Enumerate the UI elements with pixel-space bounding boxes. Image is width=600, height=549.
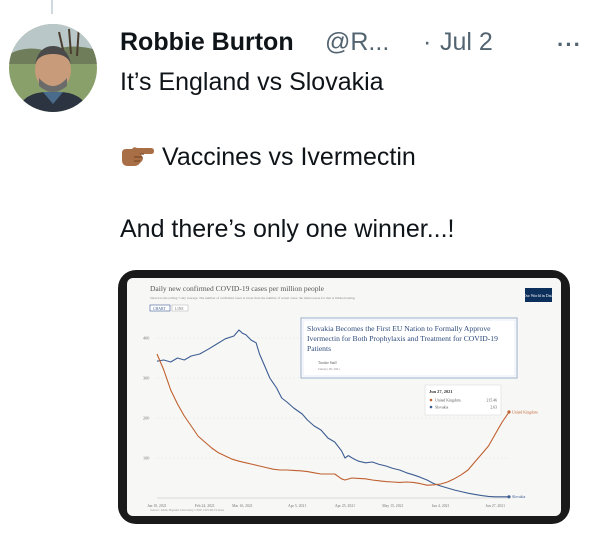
- separator-dot: ·: [423, 28, 432, 56]
- series-end-label: United Kingdom: [512, 410, 538, 414]
- avatar[interactable]: [9, 24, 97, 112]
- x-tick-label: Jun 27, 2021: [486, 504, 506, 509]
- callout-line-3: Patients: [307, 344, 331, 353]
- author-handle[interactable]: @R...: [325, 28, 389, 57]
- hover-tooltip: Jun 27, 2021 United Kingdom 215.46 Slova…: [424, 384, 502, 416]
- more-options-icon[interactable]: ···: [557, 32, 582, 58]
- pointing-hand-icon: [122, 147, 154, 166]
- tweet-header: Robbie Burton @R... · Jul 2 ···: [120, 22, 584, 62]
- callout-line-1: Slovakia Becomes the First EU Nation to …: [307, 324, 491, 333]
- tooltip-row-uk-name: United Kingdom: [435, 399, 461, 403]
- tweet-text-line-2: Vaccines vs Ivermectin: [120, 143, 416, 172]
- y-tick-label: 100: [143, 456, 149, 461]
- chart-screenshot: Daily new confirmed COVID-19 cases per m…: [127, 278, 561, 516]
- tooltip-row-sk-name: Slovakia: [435, 406, 449, 410]
- author-name[interactable]: Robbie Burton: [120, 28, 294, 57]
- callout-source: Trackie Staff: [318, 361, 337, 365]
- series-end-point: [507, 410, 511, 414]
- x-tick-label: Apr 5, 2021: [288, 504, 306, 509]
- owid-logo-text: Our World in Data: [524, 293, 554, 298]
- chart-footer: Source: Johns Hopkins University CSSE CO…: [150, 508, 225, 512]
- tweet-text-line-1: It’s England vs Slovakia: [120, 68, 384, 96]
- y-tick-label: 400: [143, 336, 149, 341]
- tooltip-row-uk-value: 215.46: [487, 399, 498, 403]
- y-tick-label: 300: [143, 376, 149, 381]
- thread-connector-line: [51, 0, 53, 14]
- avatar-photo: [9, 24, 97, 112]
- tweet-text-line-2-text: Vaccines vs Ivermectin: [162, 143, 416, 171]
- x-tick-label: Mar 16, 2021: [232, 504, 253, 509]
- chart-tab-button[interactable]: CHART: [153, 307, 166, 311]
- series-end-point: [507, 495, 511, 499]
- x-tick-label: May 15, 2021: [382, 504, 403, 509]
- tweet-date[interactable]: Jul 2: [440, 28, 493, 57]
- x-tick-label: Jun 4, 2021: [432, 504, 450, 509]
- media-card[interactable]: Daily new confirmed COVID-19 cases per m…: [118, 270, 570, 524]
- tooltip-row-sk-value: 2.63: [490, 406, 497, 410]
- chart-subtitle: Shown is the rolling 7-day average. The …: [150, 296, 356, 300]
- chart-svg: Daily new confirmed COVID-19 cases per m…: [143, 284, 554, 512]
- tooltip-date: Jun 27, 2021: [429, 389, 453, 394]
- y-tick-label: 200: [143, 416, 149, 421]
- line-toggle-button[interactable]: LINE: [175, 307, 184, 311]
- x-tick-label: Apr 25, 2021: [335, 504, 355, 509]
- series-end-label: Slovakia: [512, 495, 526, 499]
- chart-title: Daily new confirmed COVID-19 cases per m…: [150, 284, 325, 293]
- tweet-text-line-3: And there’s only one winner...!: [120, 215, 455, 243]
- callout-line-2: Ivermectin for Both Prophylaxis and Trea…: [307, 334, 498, 343]
- news-callout: Slovakia Becomes the First EU Nation to …: [300, 317, 518, 379]
